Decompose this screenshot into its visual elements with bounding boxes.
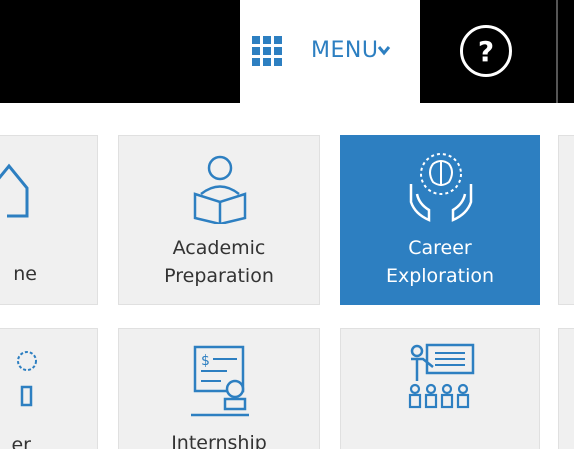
tile-internship[interactable]: $ Internship [118, 328, 320, 449]
help-label: ? [477, 34, 495, 68]
menu-label: MENU [311, 38, 379, 63]
menu-button[interactable]: MENU [240, 0, 420, 103]
certificate-stamp-icon: $ [191, 345, 249, 417]
reading-person-icon [193, 155, 247, 224]
tile-academic-preparation[interactable]: Academic Preparation [118, 135, 320, 305]
tile-home[interactable]: ne [0, 135, 98, 305]
svg-text:$: $ [201, 353, 210, 369]
tile-label-line1: Career [408, 237, 472, 259]
tile-label-line2: Internship [171, 432, 267, 449]
grid-icon [252, 36, 282, 66]
tile-label-line1: Academic [172, 237, 266, 259]
tile-label-line2: Exploration [385, 265, 495, 287]
divider [556, 0, 558, 103]
tile-career-exploration[interactable]: Career Exploration [340, 135, 540, 305]
top-bar: MENU ? [0, 0, 574, 103]
tile-badge[interactable]: er [0, 328, 98, 449]
home-icon [0, 163, 29, 218]
brain-in-hands-icon [409, 153, 473, 222]
tile-presentation[interactable] [340, 328, 540, 449]
tile-partial-right[interactable] [558, 328, 574, 449]
presentation-audience-icon [408, 343, 475, 409]
tile-label-line2: Preparation [164, 265, 274, 287]
help-button[interactable]: ? [460, 25, 512, 77]
tile-partial-right[interactable] [558, 135, 574, 305]
tile-label-line2: er [11, 434, 31, 449]
tile-label-line2: ne [13, 263, 37, 285]
chevron-down-icon [377, 46, 391, 56]
badge-icon [17, 351, 37, 407]
